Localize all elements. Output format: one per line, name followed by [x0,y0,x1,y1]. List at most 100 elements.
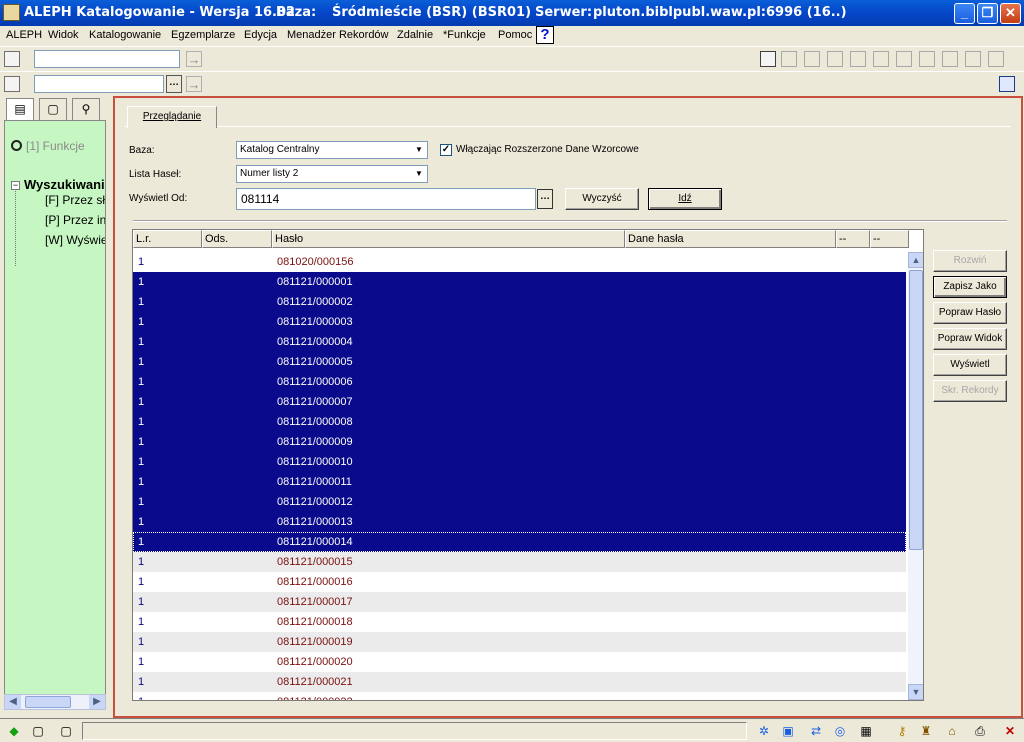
tab-przegladanie[interactable]: Przeglądanie [127,106,217,128]
go-arrow-icon[interactable]: → [186,51,202,67]
transfer-icon[interactable]: ⇄ [808,723,824,739]
menu-zdalnie[interactable]: Zdalnie [397,29,433,41]
table-row[interactable]: 1 081121/000012 [133,492,906,512]
left-horizontal-scrollbar[interactable]: ◀ ▶ [4,694,106,710]
tower-icon[interactable]: ♜ [918,723,934,739]
table-row[interactable]: 1 081121/000006 [133,372,906,392]
exit-icon[interactable]: ✕ [1002,723,1018,739]
table-row[interactable]: 1 081121/000015 [133,552,906,572]
table-row[interactable]: 1 081121/000010 [133,452,906,472]
menu-menadzer-rekordow[interactable]: Menadżer Rekordów [287,29,389,41]
menu-katalogowanie[interactable]: Katalogowanie [89,29,161,41]
quick-search-input[interactable] [34,50,180,68]
wyswietl-button[interactable]: Wyświetl [933,354,1007,376]
browse-more-button[interactable]: … [537,189,553,209]
scroll-down-icon[interactable]: ▼ [908,684,923,700]
scroll-right-icon[interactable]: ▶ [89,695,105,709]
menu-edycja[interactable]: Edycja [244,29,277,41]
record-icon[interactable] [760,51,776,67]
calculator-icon[interactable]: ▦ [858,723,874,739]
window-status-icon[interactable]: ▢ [58,723,74,739]
table-row[interactable]: 1 081121/000016 [133,572,906,592]
help-icon[interactable]: ? [536,26,554,44]
maximize-button[interactable]: ❐ [977,3,998,24]
zapisz-jako-button[interactable]: Zapisz Jako [933,276,1007,298]
close-button[interactable]: ✕ [1000,3,1021,24]
printer-icon[interactable]: ⎙ [972,723,988,739]
copy-icon[interactable] [4,76,20,92]
tree-root-wyszukiwanie[interactable]: − Wyszukiwanie [11,177,105,192]
close-panel-icon[interactable] [999,76,1015,92]
skr-rekordy-button[interactable]: Skr. Rekordy [933,380,1007,402]
col-header-haslo[interactable]: Hasło [272,230,625,248]
copy-tab-icon[interactable]: ▢ [39,98,67,120]
menu-pomoc[interactable]: Pomoc [498,29,532,41]
scroll-thumb[interactable] [25,696,71,708]
cell-lr: 1 [138,696,144,700]
scroll-up-icon[interactable]: ▲ [908,252,923,268]
scroll-left-icon[interactable]: ◀ [5,695,21,709]
table-row[interactable]: 1 081121/000013 [133,512,906,532]
go-button[interactable]: Idź [648,188,722,210]
col-header-extra-1[interactable]: -- [836,230,870,248]
table-row[interactable]: 1 081121/000018 [133,612,906,632]
table-vertical-scrollbar[interactable]: ▲ ▼ [908,252,923,700]
menu-egzemplarze[interactable]: Egzemplarze [171,29,235,41]
table-scroll-thumb[interactable] [909,270,923,550]
menu-aleph[interactable]: ALEPH [6,29,42,41]
table-row[interactable]: 1 081121/000021 [133,672,906,692]
list-icon [804,51,820,67]
go-arrow-icon-2[interactable]: → [186,76,202,92]
lista-select[interactable]: Numer listy 2 ▼ [236,165,428,183]
popraw-widok-button[interactable]: Popraw Widok [933,328,1007,350]
table-row[interactable]: 1 081121/000022 [133,692,906,700]
popraw-haslo-button[interactable]: Popraw Hasło [933,302,1007,324]
table-row[interactable]: 1 081121/000007 [133,392,906,412]
table-row[interactable]: 1 081121/000002 [133,292,906,312]
copy-status-icon[interactable]: ▢ [30,723,46,739]
cell-lr: 1 [138,556,145,568]
baza-select[interactable]: Katalog Centralny ▼ [236,141,428,159]
menu-funkcje[interactable]: *Funkcje [443,29,486,41]
cell-lr: 1 [138,456,145,468]
tree-item-display[interactable]: [W] Wyświetl [45,233,105,247]
functions-item[interactable]: [1] Funkcje [11,139,85,153]
clear-button[interactable]: Wyczyść [565,188,639,210]
marc-status-icon[interactable]: ▣ [780,723,796,739]
catalog-icon[interactable] [4,51,20,67]
wyswietl-od-input[interactable]: 081114 [236,188,536,210]
tree-item-by-words[interactable]: [F] Przez słowa [45,193,105,207]
menu-widok[interactable]: Widok [48,29,79,41]
binoculars-icon[interactable]: ⚲ [72,98,100,120]
table-row[interactable]: 1 081121/000005 [133,352,906,372]
minimize-button[interactable]: _ [954,3,975,24]
collapse-icon[interactable]: − [11,181,20,190]
col-header-dane-hasla[interactable]: Dane hasła [625,230,836,248]
col-header-lr[interactable]: L.r. [133,230,202,248]
record-number-input[interactable] [34,75,164,93]
table-row[interactable]: 1 081121/000008 [133,412,906,432]
table-row[interactable]: 1 081121/000017 [133,592,906,612]
library-icon[interactable]: ⌂ [944,723,960,739]
table-row[interactable]: 1 081121/000009 [133,432,906,452]
diamond-icon[interactable]: ◆ [6,723,22,739]
rozwin-button[interactable]: Rozwiń [933,250,1007,272]
catalog-tab-icon[interactable]: ▤ [6,98,34,120]
tree-item-by-index[interactable]: [P] Przez indeks [45,213,105,227]
more-button[interactable]: … [166,75,182,93]
col-header-extra-2[interactable]: -- [870,230,909,248]
cell-haslo: 081121/000007 [277,396,353,408]
table-row[interactable]: 1 081121/000019 [133,632,906,652]
key-icon[interactable]: ⚷ [894,723,910,739]
table-row[interactable]: 1 081121/000004 [133,332,906,352]
table-row[interactable]: 1 081121/000003 [133,312,906,332]
table-row[interactable]: 1 081121/000011 [133,472,906,492]
extended-authority-checkbox[interactable]: ✓ [440,144,452,156]
settings-icon[interactable]: ✲ [756,723,772,739]
table-row[interactable]: 1 081121/000020 [133,652,906,672]
col-header-ods[interactable]: Ods. [202,230,272,248]
table-row[interactable]: 1 081121/000014 [133,532,906,552]
globe-icon[interactable]: ◎ [832,723,848,739]
table-row[interactable]: 1 081020/000156 [133,252,906,272]
table-row[interactable]: 1 081121/000001 [133,272,906,292]
